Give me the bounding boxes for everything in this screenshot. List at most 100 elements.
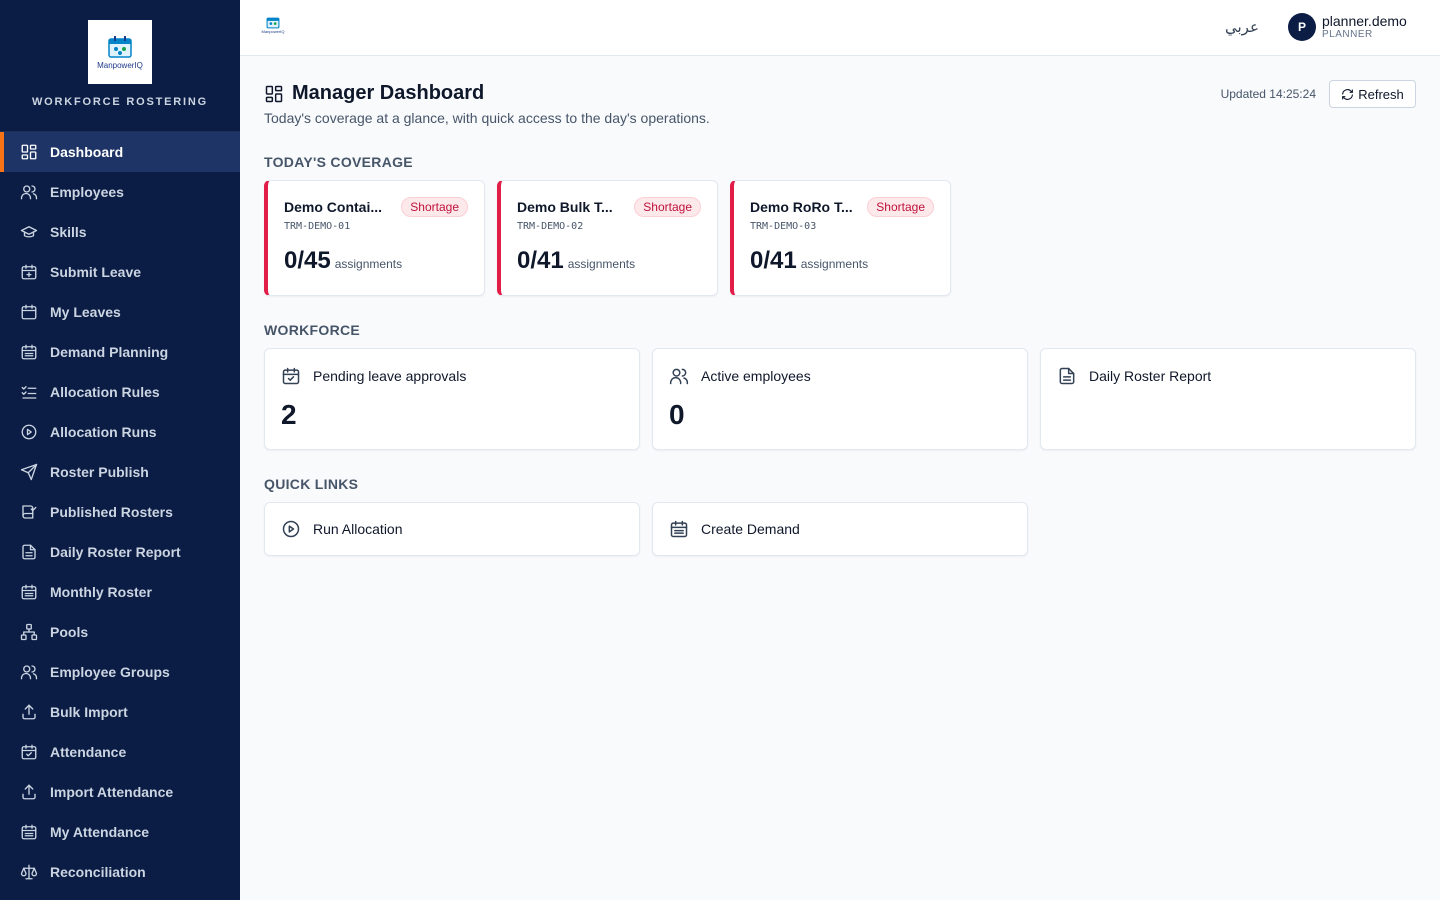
topbar: ManpowerIQ عربي P planner.demo PLANNER (240, 0, 1440, 56)
card-label: Active employees (701, 368, 811, 384)
coverage-value: 0/45 (284, 247, 331, 274)
sidebar-item-employee-groups[interactable]: Employee Groups (0, 652, 240, 692)
refresh-icon (1342, 88, 1354, 100)
calendar-check-icon (20, 743, 38, 761)
topbar-logo[interactable]: ManpowerIQ (260, 16, 286, 38)
sidebar-item-submit-leave[interactable]: Submit Leave (0, 252, 240, 292)
sidebar-item-label: Daily Roster Report (50, 544, 181, 560)
card-label: Pending leave approvals (313, 368, 467, 384)
terminal-code: TRM-DEMO-02 (517, 221, 584, 232)
users-icon (20, 663, 38, 681)
sidebar-item-label: Employee Groups (50, 664, 170, 680)
graduation-cap-icon (20, 223, 38, 241)
daily-roster-report-card[interactable]: Daily Roster Report (1040, 348, 1416, 450)
sidebar-item-allocation-rules[interactable]: Allocation Rules (0, 372, 240, 412)
terminal-code: TRM-DEMO-03 (750, 221, 817, 232)
sidebar-item-employees[interactable]: Employees (0, 172, 240, 212)
sidebar-item-label: Roster Publish (50, 464, 149, 480)
sidebar-item-label: Dashboard (50, 144, 124, 160)
topbar-logo-text: ManpowerIQ (261, 29, 285, 34)
coverage-unit: assignments (334, 257, 403, 271)
sidebar-item-label: Bulk Import (50, 704, 128, 720)
coverage-unit: assignments (800, 257, 869, 271)
sidebar: ManpowerIQ WORKFORCE ROSTERING Dashboard… (0, 0, 240, 900)
calendar-grid-icon (20, 343, 38, 361)
brand-subtitle: WORKFORCE ROSTERING (32, 96, 208, 108)
file-text-icon (20, 543, 38, 561)
status-badge: Shortage (867, 197, 934, 217)
sidebar-item-dashboard[interactable]: Dashboard (0, 132, 240, 172)
sidebar-item-import-attendance[interactable]: Import Attendance (0, 772, 240, 812)
sidebar-item-label: Pools (50, 624, 89, 640)
coverage-card[interactable]: Demo Contai... Shortage TRM-DEMO-01 0/45… (264, 180, 485, 296)
sidebar-item-label: Monthly Roster (50, 584, 152, 600)
user-menu[interactable]: P planner.demo PLANNER (1288, 13, 1407, 41)
main-content: Manager Dashboard Today's coverage at a … (264, 56, 1416, 556)
sidebar-item-allocation-runs[interactable]: Allocation Runs (0, 412, 240, 452)
terminal-name: Demo Bulk T... (517, 199, 613, 215)
sidebar-item-skills[interactable]: Skills (0, 212, 240, 252)
calendar-logo-icon (108, 35, 132, 58)
sidebar-item-published-rosters[interactable]: Published Rosters (0, 492, 240, 532)
sidebar-item-label: Submit Leave (50, 264, 142, 280)
card-value: 0 (669, 399, 685, 430)
calendar-check-icon (282, 367, 300, 385)
status-badge: Shortage (401, 197, 468, 217)
coverage-cards: Demo Contai... Shortage TRM-DEMO-01 0/45… (264, 180, 951, 296)
sidebar-item-monthly-roster[interactable]: Monthly Roster (0, 572, 240, 612)
coverage-value: 0/41 (517, 247, 564, 274)
coverage-unit: assignments (567, 257, 636, 271)
sidebar-item-my-leaves[interactable]: My Leaves (0, 292, 240, 332)
upload-icon (20, 783, 38, 801)
logo-text: ManpowerIQ (97, 60, 143, 70)
users-icon (20, 183, 38, 201)
run-allocation-link[interactable]: Run Allocation (264, 502, 640, 556)
quick-links: Run Allocation Create Demand (264, 502, 1028, 556)
upload-icon (20, 703, 38, 721)
coverage-value: 0/41 (750, 247, 797, 274)
sidebar-item-attendance[interactable]: Attendance (0, 732, 240, 772)
logo[interactable]: ManpowerIQ (88, 20, 152, 84)
coverage-card[interactable]: Demo RoRo T... Shortage TRM-DEMO-03 0/41… (730, 180, 951, 296)
sidebar-item-roster-publish[interactable]: Roster Publish (0, 452, 240, 492)
updated-timestamp: Updated 14:25:24 (1220, 87, 1316, 101)
users-icon (669, 368, 689, 385)
refresh-button[interactable]: Refresh (1329, 80, 1416, 108)
sidebar-item-demand-planning[interactable]: Demand Planning (0, 332, 240, 372)
dashboard-icon (265, 85, 283, 102)
play-circle-icon (282, 520, 300, 538)
scale-icon (20, 863, 38, 881)
link-label: Create Demand (701, 521, 800, 537)
calendar-grid-icon (20, 583, 38, 601)
sidebar-item-label: Published Rosters (50, 504, 173, 520)
create-demand-link[interactable]: Create Demand (652, 502, 1028, 556)
brand: ManpowerIQ WORKFORCE ROSTERING (0, 0, 240, 132)
calendar-grid-icon (20, 823, 38, 841)
language-toggle[interactable]: عربي (1225, 18, 1259, 36)
pending-leave-card[interactable]: Pending leave approvals 2 (264, 348, 640, 450)
sidebar-item-label: My Attendance (50, 824, 150, 840)
sidebar-item-label: Attendance (50, 744, 127, 760)
sidebar-nav: Dashboard Employees Skills Submit Leave … (0, 132, 240, 892)
calendar-icon (20, 303, 38, 321)
workforce-cards: Pending leave approvals 2 Active employe… (264, 348, 1416, 450)
page-header: Manager Dashboard Today's coverage at a … (264, 56, 1416, 144)
sidebar-item-label: Allocation Runs (50, 424, 157, 440)
section-label-workforce: WORKFORCE (264, 322, 361, 338)
sidebar-item-bulk-import[interactable]: Bulk Import (0, 692, 240, 732)
section-label-coverage: TODAY'S COVERAGE (264, 154, 413, 170)
sidebar-item-label: Skills (50, 224, 87, 240)
file-text-icon (1059, 367, 1075, 385)
card-label: Daily Roster Report (1089, 368, 1212, 384)
sidebar-item-my-attendance[interactable]: My Attendance (0, 812, 240, 852)
sidebar-item-pools[interactable]: Pools (0, 612, 240, 652)
avatar: P (1288, 13, 1316, 41)
active-employees-card[interactable]: Active employees 0 (652, 348, 1028, 450)
user-name: planner.demo (1322, 13, 1407, 29)
sidebar-item-label: Employees (50, 184, 124, 200)
sidebar-item-reconciliation[interactable]: Reconciliation (0, 852, 240, 892)
sidebar-item-daily-roster-report[interactable]: Daily Roster Report (0, 532, 240, 572)
sidebar-item-label: Import Attendance (50, 784, 174, 800)
user-role: PLANNER (1322, 29, 1373, 40)
coverage-card[interactable]: Demo Bulk T... Shortage TRM-DEMO-02 0/41… (497, 180, 718, 296)
